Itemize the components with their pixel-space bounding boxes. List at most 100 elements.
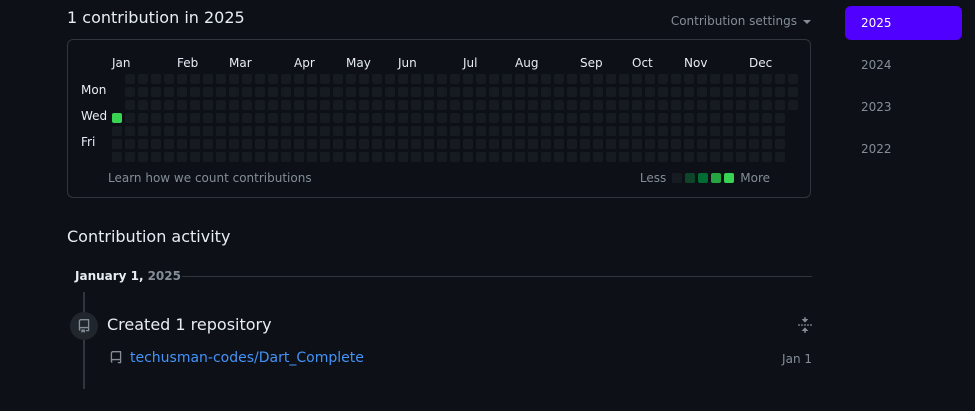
contribution-cell[interactable] bbox=[346, 139, 356, 149]
contribution-cell[interactable] bbox=[307, 87, 317, 97]
contribution-cell[interactable] bbox=[723, 100, 733, 110]
contribution-cell[interactable] bbox=[671, 74, 681, 84]
contribution-cell[interactable] bbox=[450, 87, 460, 97]
contribution-cell[interactable] bbox=[216, 113, 226, 123]
contribution-cell[interactable] bbox=[619, 113, 629, 123]
contribution-cell[interactable] bbox=[710, 87, 720, 97]
contribution-cell[interactable] bbox=[463, 113, 473, 123]
contribution-cell[interactable] bbox=[359, 126, 369, 136]
contribution-cell[interactable] bbox=[125, 152, 135, 162]
contribution-cell[interactable] bbox=[307, 100, 317, 110]
contribution-cell[interactable] bbox=[294, 113, 304, 123]
contribution-cell[interactable] bbox=[593, 152, 603, 162]
contribution-cell[interactable] bbox=[307, 74, 317, 84]
contribution-cell[interactable] bbox=[749, 74, 759, 84]
contribution-cell[interactable] bbox=[151, 87, 161, 97]
contribution-cell[interactable] bbox=[151, 126, 161, 136]
contribution-cell[interactable] bbox=[658, 74, 668, 84]
contribution-cell[interactable] bbox=[502, 126, 512, 136]
contribution-cell[interactable] bbox=[151, 113, 161, 123]
contribution-cell[interactable] bbox=[450, 100, 460, 110]
repo-link[interactable]: techusman-codes/Dart_Complete bbox=[130, 350, 364, 366]
contribution-cell[interactable] bbox=[450, 139, 460, 149]
contribution-cell[interactable] bbox=[619, 152, 629, 162]
contribution-cell[interactable] bbox=[658, 87, 668, 97]
contribution-cell[interactable] bbox=[619, 126, 629, 136]
contribution-cell[interactable] bbox=[775, 74, 785, 84]
contribution-cell[interactable] bbox=[320, 126, 330, 136]
contribution-cell[interactable] bbox=[697, 113, 707, 123]
contribution-cell[interactable] bbox=[372, 152, 382, 162]
contribution-cell[interactable] bbox=[463, 87, 473, 97]
contribution-cell[interactable] bbox=[528, 139, 538, 149]
contribution-cell[interactable] bbox=[502, 87, 512, 97]
contribution-cell[interactable] bbox=[203, 126, 213, 136]
contribution-cell[interactable] bbox=[632, 139, 642, 149]
contribution-cell[interactable] bbox=[619, 74, 629, 84]
contribution-cell[interactable] bbox=[268, 100, 278, 110]
contribution-cell[interactable] bbox=[411, 100, 421, 110]
contribution-cell[interactable] bbox=[762, 152, 772, 162]
contribution-cell[interactable] bbox=[398, 126, 408, 136]
contribution-cell[interactable] bbox=[710, 74, 720, 84]
contribution-cell[interactable] bbox=[307, 113, 317, 123]
contribution-cell[interactable] bbox=[138, 87, 148, 97]
contribution-cell[interactable] bbox=[216, 74, 226, 84]
contribution-cell[interactable] bbox=[281, 100, 291, 110]
contribution-cell[interactable] bbox=[567, 113, 577, 123]
contribution-cell[interactable] bbox=[645, 74, 655, 84]
contribution-cell[interactable] bbox=[138, 74, 148, 84]
contribution-cell[interactable] bbox=[242, 152, 252, 162]
contribution-settings-button[interactable]: Contribution settings bbox=[671, 14, 811, 28]
contribution-cell[interactable] bbox=[645, 126, 655, 136]
contribution-cell[interactable] bbox=[788, 74, 798, 84]
contribution-cell[interactable] bbox=[164, 152, 174, 162]
contribution-cell[interactable] bbox=[788, 87, 798, 97]
contribution-cell[interactable] bbox=[762, 100, 772, 110]
contribution-cell[interactable] bbox=[177, 126, 187, 136]
contribution-cell[interactable] bbox=[203, 139, 213, 149]
contribution-cell[interactable] bbox=[567, 100, 577, 110]
contribution-cell[interactable] bbox=[307, 152, 317, 162]
contribution-cell[interactable] bbox=[684, 74, 694, 84]
contribution-cell[interactable] bbox=[372, 87, 382, 97]
contribution-cell[interactable] bbox=[723, 139, 733, 149]
contribution-cell[interactable] bbox=[346, 113, 356, 123]
contribution-cell[interactable] bbox=[268, 152, 278, 162]
contribution-cell[interactable] bbox=[320, 87, 330, 97]
contribution-cell[interactable] bbox=[515, 87, 525, 97]
contribution-cell[interactable] bbox=[255, 139, 265, 149]
contribution-cell[interactable] bbox=[424, 74, 434, 84]
contribution-cell[interactable] bbox=[749, 100, 759, 110]
contribution-cell[interactable] bbox=[424, 87, 434, 97]
contribution-cell[interactable] bbox=[398, 100, 408, 110]
contribution-cell[interactable] bbox=[320, 74, 330, 84]
contribution-cell[interactable] bbox=[736, 74, 746, 84]
contribution-cell[interactable] bbox=[268, 74, 278, 84]
contribution-cell[interactable] bbox=[788, 100, 798, 110]
contribution-cell[interactable] bbox=[333, 152, 343, 162]
contribution-cell[interactable] bbox=[580, 100, 590, 110]
contribution-cell[interactable] bbox=[671, 139, 681, 149]
contribution-cell[interactable] bbox=[749, 139, 759, 149]
contribution-cell[interactable] bbox=[138, 139, 148, 149]
contribution-cell[interactable] bbox=[320, 100, 330, 110]
contribution-cell[interactable] bbox=[736, 152, 746, 162]
contribution-cell[interactable] bbox=[372, 126, 382, 136]
contribution-cell[interactable] bbox=[554, 126, 564, 136]
contribution-cell[interactable] bbox=[606, 74, 616, 84]
contribution-cell[interactable] bbox=[684, 100, 694, 110]
contribution-cell[interactable] bbox=[671, 126, 681, 136]
contribution-cell[interactable] bbox=[190, 74, 200, 84]
contribution-cell[interactable] bbox=[398, 74, 408, 84]
contribution-cell[interactable] bbox=[112, 113, 122, 123]
contribution-cell[interactable] bbox=[515, 139, 525, 149]
contribution-cell[interactable] bbox=[229, 126, 239, 136]
contribution-cell[interactable] bbox=[580, 152, 590, 162]
contribution-cell[interactable] bbox=[684, 126, 694, 136]
contribution-cell[interactable] bbox=[515, 152, 525, 162]
contribution-cell[interactable] bbox=[203, 74, 213, 84]
contribution-cell[interactable] bbox=[359, 87, 369, 97]
contribution-cell[interactable] bbox=[359, 113, 369, 123]
contribution-cell[interactable] bbox=[424, 113, 434, 123]
